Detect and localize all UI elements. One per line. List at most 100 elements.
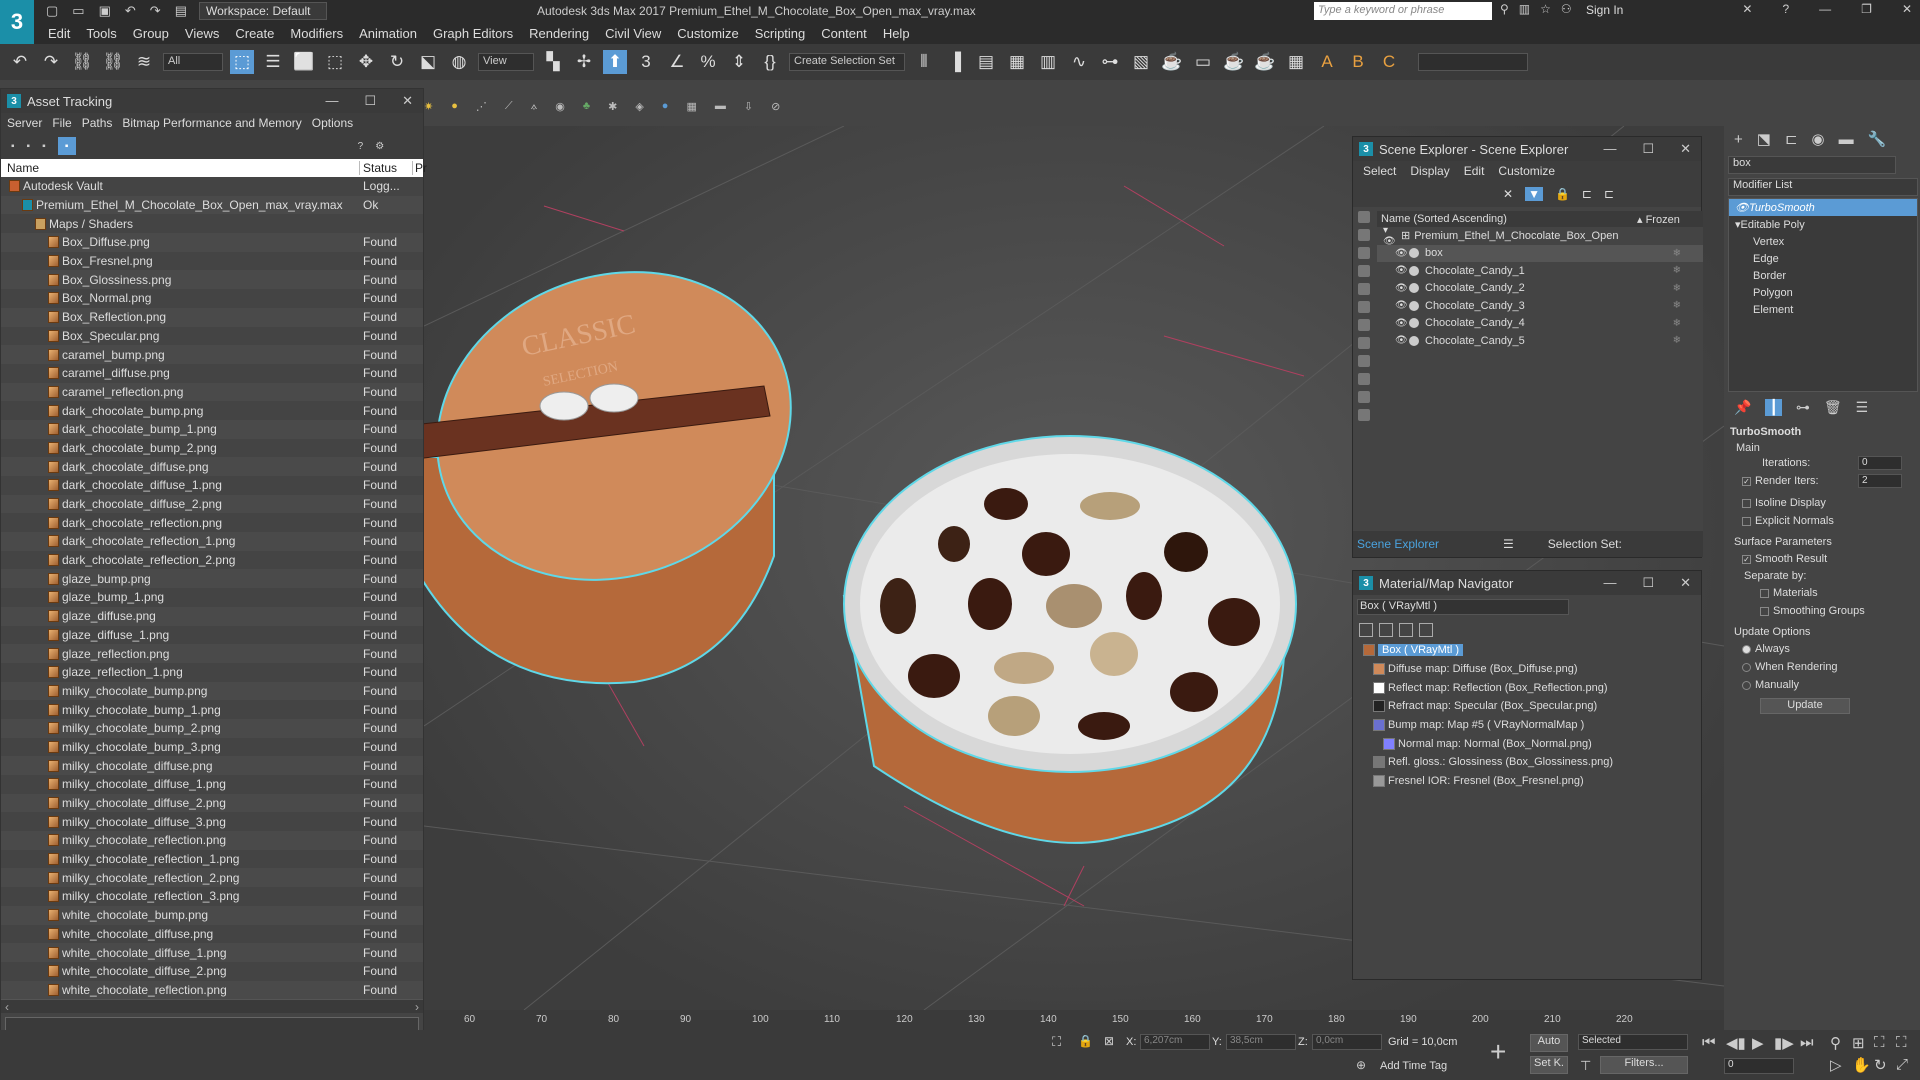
zoom-extents-icon[interactable]: ⛶	[1874, 1034, 1885, 1051]
menu-item-edit[interactable]: Edit	[48, 26, 70, 41]
col-name-sorted[interactable]: Name (Sorted Ascending)	[1377, 213, 1637, 225]
iterations-spinner[interactable]: 0	[1858, 456, 1902, 470]
table-row[interactable]: milky_chocolate_diffuse_3.png Found	[1, 812, 423, 831]
modifier-stack-item[interactable]: Polygon	[1729, 284, 1917, 301]
layers-icon[interactable]: ☰	[1503, 537, 1514, 551]
percent-snap-icon[interactable]: %	[696, 50, 720, 74]
scene-menu-customize[interactable]: Customize	[1498, 164, 1555, 178]
table-row[interactable]: glaze_diffuse_1.png Found	[1, 626, 423, 645]
map-row[interactable]: Fresnel IOR: Fresnel (Box_Fresnel.png)	[1357, 772, 1695, 791]
place-icon[interactable]: ◍	[447, 50, 471, 74]
horizontal-scrollbar[interactable]: ‹ ›	[1, 999, 423, 1014]
table-row[interactable]: Box_Diffuse.png Found	[1, 233, 423, 252]
vray-sphere-icon[interactable]: ●	[662, 100, 669, 112]
minimize-icon[interactable]: —	[1819, 2, 1831, 16]
hierarchy-tab-icon[interactable]: ⊏	[1785, 130, 1798, 148]
key-filter-dropdown[interactable]: Selected	[1578, 1034, 1688, 1050]
render-setup-icon[interactable]: ☕	[1160, 50, 1184, 74]
display-all-icon[interactable]	[1358, 373, 1370, 385]
sphere-icon[interactable]: ◉	[555, 100, 565, 113]
modifier-stack-item[interactable]: Vertex	[1729, 233, 1917, 250]
menu-item-help[interactable]: Help	[883, 26, 910, 41]
scene-object-row[interactable]: 👁 box ❄	[1377, 244, 1703, 262]
table-row[interactable]: glaze_bump.png Found	[1, 569, 423, 589]
scene-root-row[interactable]: ▾👁 ⊞ Premium_Ethel_M_Chocolate_Box_Open	[1377, 225, 1703, 247]
select-by-name-icon[interactable]: ☰	[261, 50, 285, 74]
rendered-frame-window-icon[interactable]: ▭	[1191, 50, 1215, 74]
table-row[interactable]: white_chocolate_diffuse_2.png Found	[1, 962, 423, 981]
map-row[interactable]: Reflect map: Reflection (Box_Reflection.…	[1357, 678, 1695, 697]
move-icon[interactable]: ✥	[354, 50, 378, 74]
display-spacewarps-icon[interactable]	[1358, 301, 1370, 313]
minimize-icon[interactable]: —	[1603, 141, 1616, 157]
maximize-icon[interactable]: ☐	[1642, 575, 1654, 591]
snaps-toggle-icon[interactable]: 3	[634, 50, 658, 74]
display-groups-icon[interactable]	[1358, 319, 1370, 331]
table-row[interactable]: dark_chocolate_diffuse_2.png Found	[1, 494, 423, 514]
scene-object-row[interactable]: 👁 Chocolate_Candy_5 ❄	[1377, 332, 1703, 350]
map-row[interactable]: Refl. gloss.: Glossiness (Box_Glossiness…	[1357, 753, 1695, 772]
orbit-icon[interactable]: ↻	[1874, 1056, 1887, 1074]
maximize-icon[interactable]: ☐	[1642, 141, 1654, 157]
vray-b-icon[interactable]: B	[1346, 50, 1370, 74]
selection-lock-icon[interactable]: 🔒	[1078, 1034, 1093, 1048]
menu-item-modifiers[interactable]: Modifiers	[290, 26, 343, 41]
table-row[interactable]: white_chocolate_reflection.png Found	[1, 980, 423, 999]
clear-filter-icon[interactable]: ✕	[1503, 187, 1513, 201]
material-name-field[interactable]: Box ( VRayMtl )	[1357, 599, 1569, 615]
table-row[interactable]: Box_Specular.png Found	[1, 327, 423, 346]
new-file-icon[interactable]: ▢	[46, 3, 58, 19]
align-icon[interactable]: ▐	[943, 50, 967, 74]
table-row[interactable]: white_chocolate_diffuse_1.png Found	[1, 943, 423, 962]
redo-icon[interactable]: ↷	[39, 50, 63, 74]
user-icon[interactable]: ⚇	[1561, 2, 1572, 16]
utilities-tab-icon[interactable]: 🔧	[1868, 130, 1887, 148]
visibility-eye-icon[interactable]: 👁	[1395, 318, 1409, 329]
table-row[interactable]: glaze_reflection_1.png Found	[1, 663, 423, 682]
grid-icon[interactable]: ⋰	[476, 100, 487, 113]
select-object-icon[interactable]: ⬚	[230, 50, 254, 74]
modifier-stack-item[interactable]: Border	[1729, 267, 1917, 284]
table-row[interactable]: milky_chocolate_reflection_2.png Found	[1, 868, 423, 888]
scene-object-row[interactable]: 👁 Chocolate_Candy_3 ❄	[1377, 297, 1703, 315]
scale-icon[interactable]: ⬕	[416, 50, 440, 74]
renderable-dot-icon[interactable]	[1409, 300, 1419, 311]
settings-icon[interactable]: ⚙	[375, 141, 384, 152]
col-name[interactable]: Name	[1, 161, 360, 175]
table-row[interactable]: glaze_diffuse.png Found	[1, 606, 423, 626]
pivot-icon[interactable]: ▚	[541, 50, 565, 74]
search-input[interactable]: Type a keyword or phrase	[1314, 2, 1492, 20]
table-row[interactable]: milky_chocolate_bump_3.png Found	[1, 738, 423, 757]
menu-item-graph-editors[interactable]: Graph Editors	[433, 26, 513, 41]
visibility-eye-icon[interactable]: 👁	[1395, 265, 1409, 276]
explicit-normals-checkbox[interactable]	[1742, 516, 1751, 526]
table-row[interactable]: milky_chocolate_bump_1.png Found	[1, 700, 423, 719]
object-name-field[interactable]: box	[1728, 156, 1896, 174]
menu-item-animation[interactable]: Animation	[359, 26, 417, 41]
menu-item-views[interactable]: Views	[185, 26, 219, 41]
material-editor-icon[interactable]: ▧	[1129, 50, 1153, 74]
zoom-all-icon[interactable]: ⊞	[1852, 1034, 1865, 1052]
table-row[interactable]: dark_chocolate_diffuse.png Found	[1, 457, 423, 476]
table-row[interactable]: Box_Fresnel.png Found	[1, 252, 423, 271]
close-icon[interactable]: ✕	[402, 93, 413, 109]
table-row[interactable]: dark_chocolate_bump_2.png Found	[1, 439, 423, 458]
asset-menu-file[interactable]: File	[52, 116, 71, 130]
always-radio[interactable]	[1742, 644, 1751, 654]
unlink-icon[interactable]: ⛓	[101, 50, 125, 74]
table-row[interactable]: glaze_reflection.png Found	[1, 644, 423, 663]
modifier-list-dropdown[interactable]: Modifier List	[1728, 178, 1918, 196]
angle-snap-icon[interactable]: ∠	[665, 50, 689, 74]
mesh-icon[interactable]: ▦	[686, 100, 696, 113]
keyboard-shortcut-override-icon[interactable]: ⬆	[603, 50, 627, 74]
when-rendering-radio[interactable]	[1742, 662, 1751, 672]
binoculars-icon[interactable]: ⚲	[1500, 2, 1509, 16]
display-lights-icon[interactable]	[1358, 247, 1370, 259]
display-geometry-icon[interactable]	[1358, 211, 1370, 223]
visibility-eye-icon[interactable]: 👁	[1395, 283, 1409, 294]
scene-object-row[interactable]: 👁 Chocolate_Candy_2 ❄	[1377, 280, 1703, 298]
auto-key-button[interactable]: Auto	[1530, 1034, 1568, 1052]
zoom-icon[interactable]: ⚲	[1830, 1034, 1841, 1052]
freeze-icon[interactable]: ❄	[1673, 300, 1681, 311]
table-row[interactable]: milky_chocolate_bump.png Found	[1, 681, 423, 701]
